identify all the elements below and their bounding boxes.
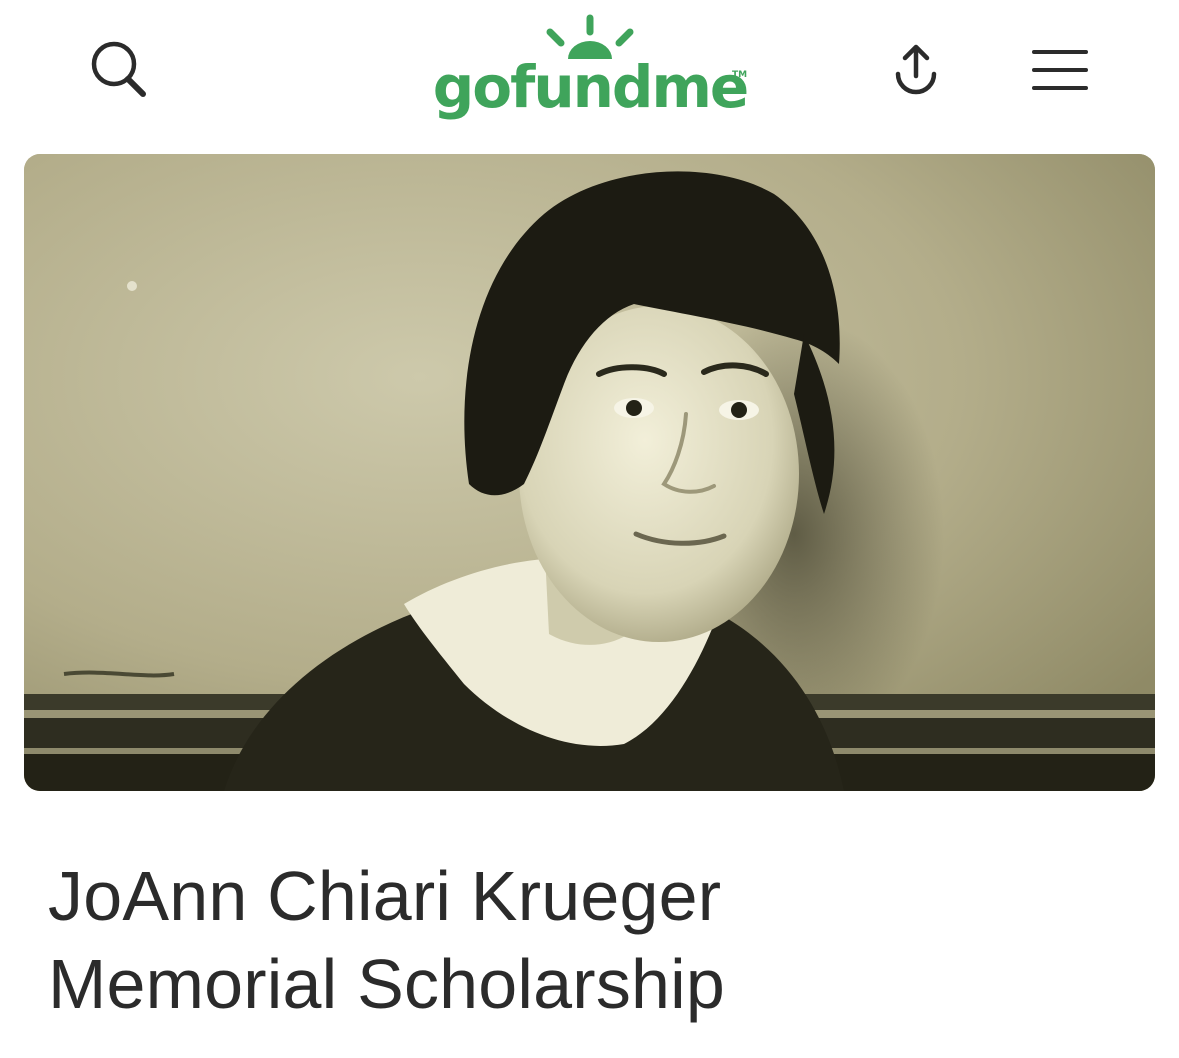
share-icon	[895, 44, 937, 95]
portrait-photo	[24, 154, 1155, 791]
search-icon	[91, 41, 146, 97]
top-nav-bar: gofundme TM	[0, 0, 1179, 150]
campaign-title-line-1: JoAnn Chiari Krueger	[48, 857, 722, 935]
campaign-title: JoAnn Chiari Krueger Memorial Scholarshi…	[48, 852, 1128, 1028]
hamburger-menu-icon	[1032, 50, 1088, 90]
search-button[interactable]	[80, 34, 160, 106]
campaign-hero-image[interactable]	[24, 154, 1155, 791]
logo-wordmark: gofundme	[432, 53, 749, 121]
gofundme-logo[interactable]: gofundme TM	[420, 12, 760, 130]
menu-button[interactable]	[1022, 40, 1098, 100]
logo-trademark: TM	[732, 70, 748, 80]
campaign-title-line-2: Memorial Scholarship	[48, 945, 726, 1023]
share-button[interactable]	[878, 34, 954, 110]
